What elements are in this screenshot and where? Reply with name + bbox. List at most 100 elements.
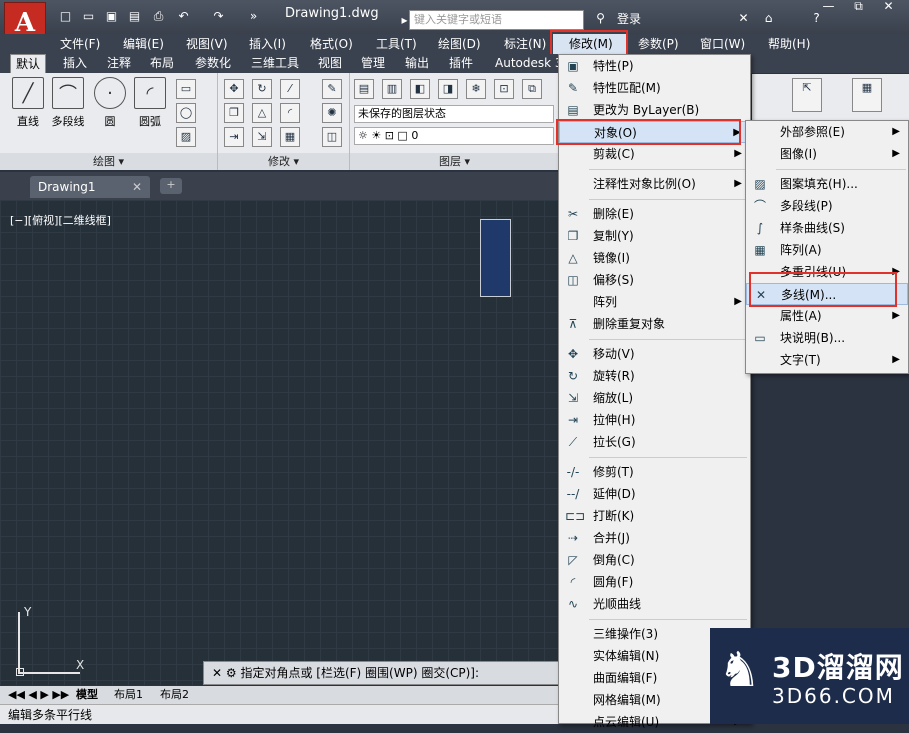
explode-icon[interactable]: ✺ (322, 103, 342, 123)
menu-edit[interactable]: 编辑(E) (123, 34, 164, 54)
new-file-icon[interactable]: □ (57, 8, 74, 25)
viewport-label[interactable]: [−][俯视][二维线框] (10, 212, 111, 228)
exchange-icon[interactable]: ✕ (735, 10, 752, 27)
modify-menu-item[interactable]: ✥ 移动(V) (559, 343, 750, 365)
close-tab-icon[interactable]: ✕ (132, 176, 142, 198)
layer-freeze-icon[interactable]: ❄ (466, 79, 486, 99)
array-icon[interactable]: ▦ (280, 127, 300, 147)
tab-parametric[interactable]: 参数化 (190, 54, 236, 73)
tab-autodesk[interactable]: Autodesk 3 (490, 54, 568, 73)
menu-help[interactable]: 帮助(H) (768, 34, 810, 54)
modify-menu-item[interactable]: ⊼ 删除重复对象 (559, 313, 750, 335)
lightbulb-icon[interactable]: ☼ ☀ ⊡ □ (358, 129, 411, 142)
modify-menu-item[interactable]: ∿ 光顺曲线 (559, 593, 750, 615)
app-store-icon[interactable]: ⌂ (760, 10, 777, 27)
modify-menu-item[interactable]: ◜ 圆角(F) (559, 571, 750, 593)
tab-3d-tools[interactable]: 三维工具 (246, 54, 304, 73)
object-submenu-item[interactable]: ⌒ 多段线(P) (746, 195, 908, 217)
menu-dimension[interactable]: 标注(N) (504, 34, 546, 54)
layer-lock-icon[interactable]: ⊡ (494, 79, 514, 99)
modify-menu-item[interactable]: ▣ 特性(P) (559, 55, 750, 77)
close-cmd-icon[interactable]: ✕ (212, 666, 222, 680)
menu-insert[interactable]: 插入(I) (249, 34, 286, 54)
menu-draw[interactable]: 绘图(D) (438, 34, 481, 54)
tab-plugins[interactable]: 插件 (444, 54, 478, 73)
modify-menu-item[interactable]: --/ 延伸(D) (559, 483, 750, 505)
modify-menu-item[interactable]: ❐ 复制(Y) (559, 225, 750, 247)
select-icon[interactable]: ⇱ (792, 78, 822, 112)
modify-menu-item[interactable]: 阵列 ▶ (559, 291, 750, 313)
rectangle-icon[interactable]: ▭ (176, 79, 196, 99)
document-tab[interactable]: Drawing1 ✕ (30, 176, 150, 198)
offset-icon[interactable]: ◫ (322, 127, 342, 147)
object-submenu-item[interactable]: ∫ 样条曲线(S) (746, 217, 908, 239)
new-tab-icon[interactable]: + (160, 178, 182, 194)
modify-menu-item[interactable]: ↻ 旋转(R) (559, 365, 750, 387)
modify-menu-item[interactable]: ⇲ 缩放(L) (559, 387, 750, 409)
print-icon[interactable]: ⎙ (150, 8, 167, 25)
menu-tools[interactable]: 工具(T) (376, 34, 417, 54)
modify-menu-item[interactable]: ✎ 特性匹配(M) (559, 77, 750, 99)
rotate-icon[interactable]: ↻ (252, 79, 272, 99)
modify-menu-item[interactable]: ⊏⊐ 打断(K) (559, 505, 750, 527)
modify-menu-item[interactable]: -/- 修剪(T) (559, 461, 750, 483)
modify-menu-item[interactable]: ⇥ 拉伸(H) (559, 409, 750, 431)
modify-menu-item[interactable]: ▤ 更改为 ByLayer(B) (559, 99, 750, 121)
tab-layout2[interactable]: 布局2 (160, 687, 189, 703)
stretch-icon[interactable]: ⇥ (224, 127, 244, 147)
close-icon[interactable]: ✕ (880, 0, 897, 15)
calculator-icon[interactable]: ▦ (852, 78, 882, 112)
modify-menu-item[interactable]: 剪裁(C) ▶ (559, 143, 750, 165)
object-submenu-item[interactable]: 文字(T) ▶ (746, 349, 908, 371)
ellipse-icon[interactable]: ◯ (176, 103, 196, 123)
menu-parameter[interactable]: 参数(P) (638, 34, 679, 54)
command-line[interactable]: ✕ ⚙ 指定对角点或 [栏选(F) 圈围(WP) 圈交(CP)]: (203, 661, 563, 685)
modify-menu-item[interactable]: ⇢ 合并(J) (559, 527, 750, 549)
object-submenu-item[interactable]: 外部参照(E) ▶ (746, 121, 908, 143)
object-submenu-item[interactable]: ▭ 块说明(B)... (746, 327, 908, 349)
restore-icon[interactable]: ⧉ (850, 0, 867, 15)
circle-button[interactable]: · 圆 (90, 77, 130, 135)
tab-annotate[interactable]: 注释 (102, 54, 136, 73)
search-input[interactable]: 键入关键字或短语 (409, 10, 584, 30)
tab-layout1[interactable]: 布局1 (114, 687, 143, 703)
menu-view[interactable]: 视图(V) (186, 34, 228, 54)
selected-rectangle[interactable] (480, 219, 511, 297)
menu-file[interactable]: 文件(F) (60, 34, 100, 54)
undo-icon[interactable]: ↶ (175, 8, 192, 25)
layer-isolate-icon[interactable]: ◧ (410, 79, 430, 99)
redo-icon[interactable]: ↷ (210, 8, 227, 25)
modify-menu-item[interactable]: ✂ 删除(E) (559, 203, 750, 225)
hatch-icon[interactable]: ▨ (176, 127, 196, 147)
current-layer-select[interactable]: ☼ ☀ ⊡ □ 0 (354, 127, 554, 145)
modify-menu-item[interactable]: ◸ 倒角(C) (559, 549, 750, 571)
mirror-icon[interactable]: △ (252, 103, 272, 123)
object-submenu-item[interactable]: ▦ 阵列(A) (746, 239, 908, 261)
save-icon[interactable]: ▣ (103, 8, 120, 25)
draw-panel-label[interactable]: 绘图 ▾ (0, 153, 217, 170)
object-submenu-item[interactable]: 属性(A) ▶ (746, 305, 908, 327)
more-tools-icon[interactable]: » (245, 8, 262, 25)
modify-menu-item[interactable]: 注释性对象比例(O) ▶ (559, 173, 750, 195)
tab-default[interactable]: 默认 (10, 54, 47, 73)
move-icon[interactable]: ✥ (224, 79, 244, 99)
object-submenu-item[interactable]: 图像(I) ▶ (746, 143, 908, 165)
erase-icon[interactable]: ✎ (322, 79, 342, 99)
layer-match-icon[interactable]: ⧉ (522, 79, 542, 99)
line-button[interactable]: ╱ 直线 (8, 77, 48, 135)
modify-menu-item[interactable]: ◫ 偏移(S) (559, 269, 750, 291)
tab-view[interactable]: 视图 (313, 54, 347, 73)
layer-state-select[interactable]: 未保存的图层状态 (354, 105, 554, 123)
tab-manage[interactable]: 管理 (356, 54, 390, 73)
menu-window[interactable]: 窗口(W) (700, 34, 745, 54)
wrench-icon[interactable]: ⚙ (226, 666, 241, 680)
layer-state-icon[interactable]: ▥ (382, 79, 402, 99)
modify-panel-label[interactable]: 修改 ▾ (218, 153, 349, 170)
save-as-icon[interactable]: ▤ (126, 8, 143, 25)
fillet-icon[interactable]: ◜ (280, 103, 300, 123)
layer-off-icon[interactable]: ◨ (438, 79, 458, 99)
copy-icon[interactable]: ❐ (224, 103, 244, 123)
tab-model[interactable]: 模型 (76, 687, 98, 703)
drawing-canvas[interactable] (0, 200, 560, 685)
modify-menu-item[interactable]: ⟋ 拉长(G) (559, 431, 750, 453)
